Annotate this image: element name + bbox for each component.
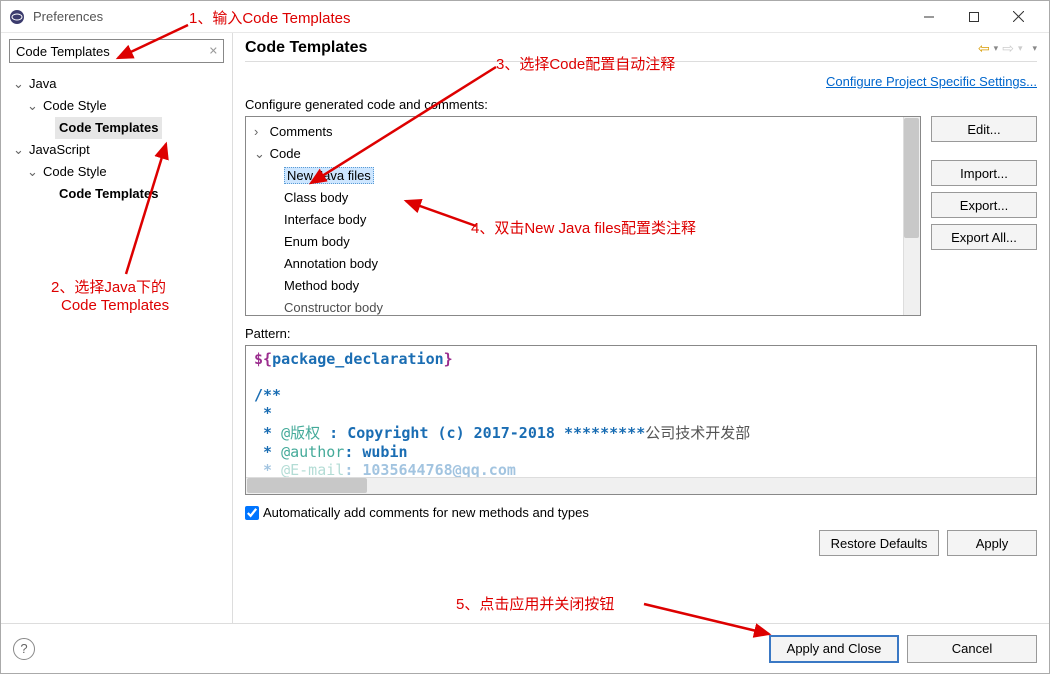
tree-item-comments[interactable]: Comments: [270, 124, 333, 139]
tree-node-code-templates[interactable]: Code Templates: [55, 117, 162, 139]
tree-item-enum-body[interactable]: Enum body: [284, 234, 350, 249]
tree-node-js-code-style[interactable]: Code Style: [39, 161, 111, 183]
help-icon[interactable]: ?: [13, 638, 35, 660]
tree-item-class-body[interactable]: Class body: [284, 190, 348, 205]
configure-label: Configure generated code and comments:: [245, 97, 1037, 112]
export-all-button[interactable]: Export All...: [931, 224, 1037, 250]
menu-icon[interactable]: ▾: [1032, 43, 1037, 54]
chevron-down-icon: ▾: [1018, 43, 1023, 54]
preferences-page: Code Templates ⇦ ▾ ⇨ ▾ ▾ Configure Proje…: [233, 33, 1049, 623]
project-settings-link[interactable]: Configure Project Specific Settings...: [826, 74, 1037, 89]
tree-item-interface-body[interactable]: Interface body: [284, 212, 366, 227]
eclipse-icon: [9, 9, 25, 25]
caret-right-icon[interactable]: ›: [254, 121, 266, 143]
tree-node-javascript[interactable]: JavaScript: [25, 139, 94, 161]
export-button[interactable]: Export...: [931, 192, 1037, 218]
caret-down-icon[interactable]: ⌄: [27, 161, 39, 183]
pattern-textarea[interactable]: ${package_declaration} /** * * @版权 : Cop…: [245, 345, 1037, 495]
tree-item-new-java-files[interactable]: New Java files: [284, 167, 374, 184]
auto-comments-label: Automatically add comments for new metho…: [263, 505, 589, 520]
templates-tree[interactable]: › Comments ⌄ Code New Java files Class b…: [245, 116, 921, 316]
edit-button[interactable]: Edit...: [931, 116, 1037, 142]
caret-down-icon[interactable]: ⌄: [254, 143, 266, 165]
tree-node-code-style[interactable]: Code Style: [39, 95, 111, 117]
tree-node-js-code-templates[interactable]: Code Templates: [55, 183, 162, 205]
apply-button[interactable]: Apply: [947, 530, 1037, 556]
tree-item-constructor-body[interactable]: Constructor body: [284, 300, 383, 315]
dialog-footer: ? Apply and Close Cancel: [1, 623, 1049, 673]
tree-node-java[interactable]: Java: [25, 73, 60, 95]
maximize-button[interactable]: [951, 2, 996, 32]
title-bar: Preferences: [1, 1, 1049, 33]
category-tree[interactable]: ⌄Java ⌄Code Style Code Templates ⌄JavaSc…: [1, 69, 232, 623]
page-title: Code Templates: [245, 39, 978, 57]
caret-down-icon[interactable]: ⌄: [13, 73, 25, 95]
restore-defaults-button[interactable]: Restore Defaults: [819, 530, 939, 556]
apply-and-close-button[interactable]: Apply and Close: [769, 635, 899, 663]
tree-item-method-body[interactable]: Method body: [284, 278, 359, 293]
horizontal-scrollbar[interactable]: [246, 477, 1036, 494]
scrollbar[interactable]: [903, 117, 920, 315]
preferences-sidebar: ✕ ⌄Java ⌄Code Style Code Templates ⌄Java…: [1, 33, 233, 623]
clear-filter-icon[interactable]: ✕: [209, 45, 218, 58]
close-button[interactable]: [996, 2, 1041, 32]
caret-down-icon[interactable]: ⌄: [27, 95, 39, 117]
nav-icons: ⇦ ▾ ⇨ ▾ ▾: [978, 40, 1037, 57]
tree-item-annotation-body[interactable]: Annotation body: [284, 256, 378, 271]
import-button[interactable]: Import...: [931, 160, 1037, 186]
window-title: Preferences: [33, 9, 906, 24]
filter-input[interactable]: [9, 39, 224, 63]
pattern-label: Pattern:: [245, 326, 1037, 341]
minimize-button[interactable]: [906, 2, 951, 32]
chevron-down-icon[interactable]: ▾: [994, 43, 999, 54]
cancel-button[interactable]: Cancel: [907, 635, 1037, 663]
caret-down-icon[interactable]: ⌄: [13, 139, 25, 161]
forward-icon: ⇨: [1002, 40, 1014, 57]
tree-item-code[interactable]: Code: [270, 146, 301, 161]
auto-comments-checkbox[interactable]: [245, 506, 259, 520]
back-icon[interactable]: ⇦: [978, 40, 990, 57]
